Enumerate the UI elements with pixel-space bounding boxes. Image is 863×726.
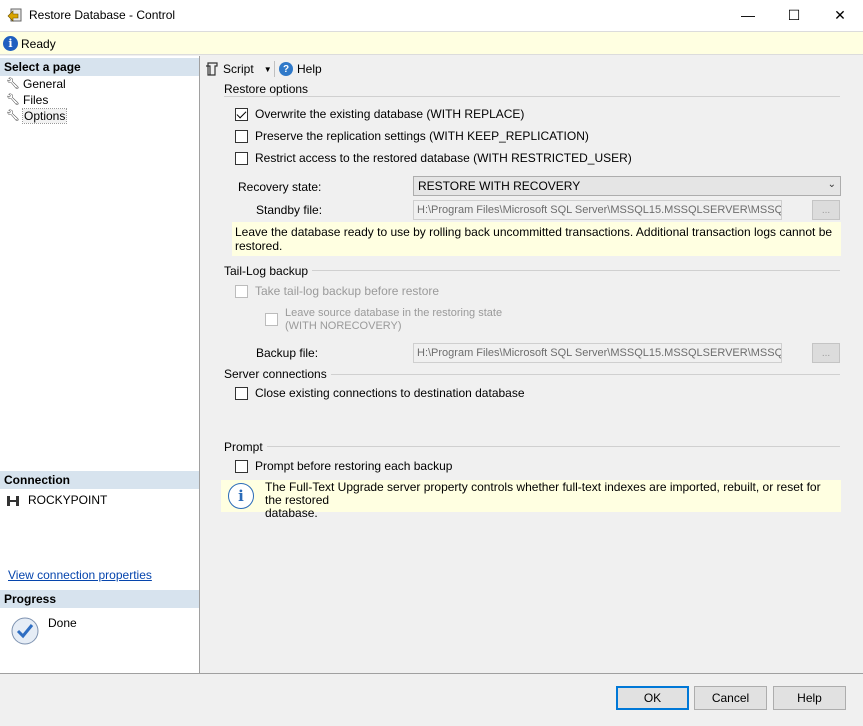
script-button[interactable]: Script ▼ <box>205 61 272 77</box>
recovery-state-label: Recovery state: <box>238 180 322 194</box>
server-name: ROCKYPOINT <box>28 493 108 507</box>
title-bar: Restore Database - Control — ☐ ✕ <box>0 0 863 31</box>
tail-log-divider <box>302 270 840 271</box>
full-text-info-line2: database. <box>265 506 318 520</box>
cancel-button[interactable]: Cancel <box>694 686 767 710</box>
backup-file-browse-button[interactable]: ... <box>812 343 840 363</box>
connection-header: Connection <box>0 471 199 489</box>
restore-database-icon <box>7 8 22 22</box>
server-connections-divider <box>320 374 840 375</box>
standby-file-label: Standby file: <box>256 203 323 217</box>
restrict-access-checkbox-row[interactable]: Restrict access to the restored database… <box>235 151 632 165</box>
preserve-replication-checkbox[interactable] <box>235 129 248 143</box>
overwrite-label: Overwrite the existing database (WITH RE… <box>255 107 525 121</box>
close-connections-label: Close existing connections to destinatio… <box>255 386 525 400</box>
help-toolbar-button[interactable]: ? Help <box>279 61 322 77</box>
status-text: Ready <box>21 37 56 51</box>
leave-source-text: Leave source database in the restoring s… <box>285 307 502 333</box>
left-panel: Select a page 🔧︎ General 🔧︎ Files 🔧︎ Opt… <box>0 56 200 673</box>
leave-source-line1: Leave source database in the restoring s… <box>285 307 503 319</box>
info-icon: i <box>3 36 18 51</box>
standby-file-input[interactable]: H:\Program Files\Microsoft SQL Server\MS… <box>413 200 782 220</box>
help-label: Help <box>297 62 322 76</box>
close-connections-checkbox[interactable] <box>235 386 248 400</box>
ok-button[interactable]: OK <box>616 686 689 710</box>
restore-options-divider <box>224 96 840 97</box>
page-options[interactable]: 🔧︎ Options <box>6 107 68 124</box>
chevron-down-icon[interactable]: ▼ <box>264 65 272 74</box>
wrench-icon: 🔧︎ <box>6 93 20 106</box>
standby-browse-button[interactable]: ... <box>812 200 840 220</box>
backup-file-label: Backup file: <box>256 346 319 360</box>
full-text-info-text: The Full-Text Upgrade server property co… <box>265 481 835 520</box>
server-connections-header: Server connections <box>224 367 331 381</box>
footer-divider <box>0 673 863 674</box>
progress-status: Done <box>48 616 77 630</box>
recovery-state-value: RESTORE WITH RECOVERY <box>418 179 581 193</box>
script-icon <box>206 62 218 76</box>
leave-source-checkbox[interactable] <box>265 313 278 326</box>
overwrite-checkbox-row[interactable]: Overwrite the existing database (WITH RE… <box>235 107 524 121</box>
backup-file-input[interactable]: H:\Program Files\Microsoft SQL Server\MS… <box>413 343 782 363</box>
recovery-note-text: Leave the database ready to use by rolli… <box>235 225 833 253</box>
wrench-icon: 🔧︎ <box>6 109 20 122</box>
preserve-replication-checkbox-row[interactable]: Preserve the replication settings (WITH … <box>235 129 589 143</box>
status-bar: i Ready <box>0 31 863 55</box>
recovery-state-select[interactable]: RESTORE WITH RECOVERY ⌄ <box>413 176 841 196</box>
page-label: Options <box>21 107 68 124</box>
prompt-header: Prompt <box>224 440 267 454</box>
leave-source-checkbox-row[interactable]: Leave source database in the restoring s… <box>265 307 502 333</box>
toolbar-separator <box>274 61 275 77</box>
take-tail-log-label: Take tail-log backup before restore <box>255 284 440 298</box>
take-tail-log-checkbox-row[interactable]: Take tail-log backup before restore <box>235 284 439 298</box>
view-connection-properties-link[interactable]: View connection properties <box>8 568 152 582</box>
page-general[interactable]: 🔧︎ General <box>6 76 66 91</box>
server-connection-icon <box>7 496 19 506</box>
done-check-icon <box>11 617 39 645</box>
info-icon: i <box>228 483 254 509</box>
tail-log-header: Tail-Log backup <box>224 264 313 278</box>
restrict-access-checkbox[interactable] <box>235 151 248 165</box>
minimize-button[interactable]: — <box>725 0 771 30</box>
full-text-info-line1: The Full-Text Upgrade server property co… <box>265 480 821 507</box>
restore-options-header: Restore options <box>224 82 313 96</box>
recovery-note: Leave the database ready to use by rolli… <box>232 222 841 256</box>
preserve-replication-label: Preserve the replication settings (WITH … <box>255 129 589 143</box>
select-page-header: Select a page <box>0 58 199 76</box>
prompt-before-restore-checkbox-row[interactable]: Prompt before restoring each backup <box>235 459 452 473</box>
maximize-button[interactable]: ☐ <box>771 0 817 30</box>
prompt-before-restore-label: Prompt before restoring each backup <box>255 459 453 473</box>
script-label: Script <box>223 62 254 76</box>
help-icon: ? <box>279 62 293 76</box>
page-files[interactable]: 🔧︎ Files <box>6 92 48 107</box>
close-connections-checkbox-row[interactable]: Close existing connections to destinatio… <box>235 386 525 400</box>
prompt-divider <box>261 446 840 447</box>
window-title: Restore Database - Control <box>29 8 176 22</box>
overwrite-checkbox[interactable] <box>235 107 248 121</box>
progress-header: Progress <box>0 590 199 608</box>
chevron-down-icon: ⌄ <box>827 179 836 190</box>
wrench-icon: 🔧︎ <box>6 77 20 90</box>
page-label: General <box>23 76 66 91</box>
take-tail-log-checkbox[interactable] <box>235 284 248 298</box>
restrict-access-label: Restrict access to the restored database… <box>255 151 632 165</box>
close-button[interactable]: ✕ <box>817 0 863 30</box>
leave-source-line2: (WITH NORECOVERY) <box>285 320 402 332</box>
help-button[interactable]: Help <box>773 686 846 710</box>
prompt-before-restore-checkbox[interactable] <box>235 459 248 473</box>
page-label: Files <box>23 92 49 107</box>
vertical-scrollbar[interactable] <box>855 56 862 673</box>
